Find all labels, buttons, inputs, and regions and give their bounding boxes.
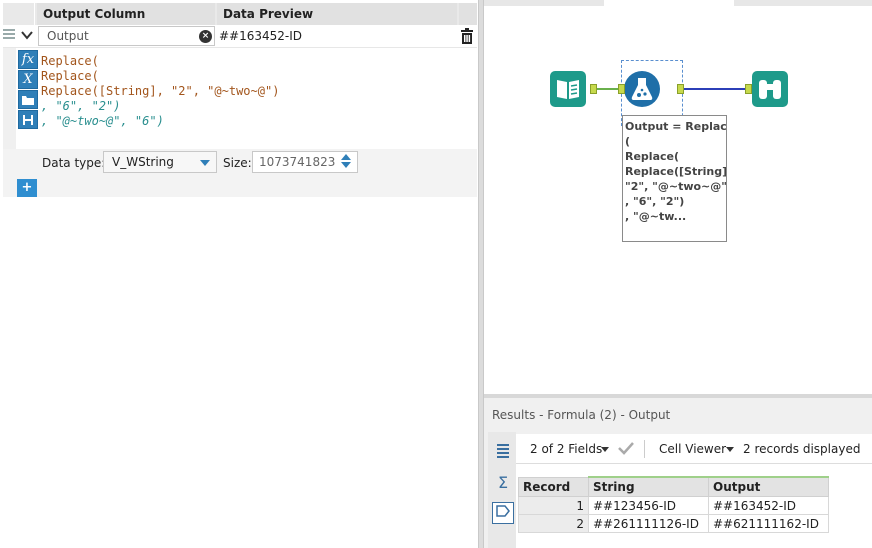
table-row[interactable]: 2 ##261111126-ID ##621111162-ID [518, 514, 829, 533]
record-cell: 2 [518, 514, 589, 533]
table-row[interactable]: 1 ##123456-ID ##163452-ID [518, 496, 829, 515]
fields-selector[interactable]: 2 of 2 Fields [530, 442, 602, 456]
output-anchor[interactable] [677, 84, 684, 94]
records-count: 2 records displayed [743, 442, 861, 456]
column-header-string[interactable]: String [588, 476, 709, 497]
workflow-canvas[interactable]: Output = Replace ( Replace( Replace([Str… [484, 0, 872, 394]
drag-handle-icon[interactable] [3, 29, 15, 43]
expression-editor[interactable]: fx X Replace(Replace(Replace([String], "… [3, 47, 477, 150]
string-cell[interactable]: ##261111126-ID [588, 514, 709, 533]
data-preview-value: ##163452-ID [219, 29, 303, 43]
output-column-header: Output Column [37, 3, 215, 25]
record-cell: 1 [518, 496, 589, 515]
input-anchor[interactable] [745, 84, 752, 94]
formula-row: Output × ##163452-ID [0, 25, 478, 47]
results-title: Results - Formula (2) - Output [492, 408, 671, 422]
spin-down-icon[interactable] [341, 162, 351, 168]
data-type-label: Data type: [42, 156, 106, 170]
input-anchor[interactable] [618, 84, 625, 94]
data-preview-header: Data Preview [217, 3, 457, 25]
formula-tool-icon[interactable] [624, 71, 660, 107]
expression-line: , "6", "2") [41, 99, 121, 113]
output-cell[interactable]: ##163452-ID [708, 496, 829, 515]
data-type-select[interactable]: V_WString [103, 151, 217, 173]
function-icon[interactable]: fx [18, 50, 38, 69]
header-end [459, 3, 477, 25]
size-label: Size: [223, 156, 252, 170]
checkmark-icon[interactable] [618, 441, 634, 458]
results-window: Results - Formula (2) - Output Σ 2 of 2 … [484, 398, 872, 548]
save-icon[interactable] [18, 110, 38, 129]
editor-gutter [3, 48, 16, 150]
input-data-tool-icon[interactable] [550, 71, 586, 107]
column-header-output[interactable]: Output [708, 476, 829, 497]
data-type-value: V_WString [112, 155, 174, 169]
output-cell[interactable]: ##621111162-ID [708, 514, 829, 533]
expression-line: Replace([String], "2", "@~two~@") [41, 84, 280, 98]
results-side-toolbar: Σ [488, 432, 516, 548]
size-stepper[interactable] [337, 153, 355, 171]
add-formula-button[interactable]: + [17, 179, 37, 197]
expression-line: , "@~two~@", "6") [41, 114, 164, 128]
output-column-value: Output [47, 29, 89, 43]
open-folder-icon[interactable] [18, 90, 38, 109]
list-icon[interactable] [492, 442, 514, 464]
results-table: Record String Output 1 ##123456-ID ##163… [518, 476, 829, 533]
formula-config-panel: Output Column Data Preview Output × ##16… [0, 0, 478, 548]
table-header-row: Record String Output [518, 476, 829, 497]
spin-up-icon[interactable] [341, 154, 351, 160]
chevron-down-icon[interactable] [19, 28, 35, 44]
data-type-row: Data type: V_WString Size: 1073741823 [3, 149, 477, 177]
output-anchor[interactable] [590, 84, 597, 94]
column-header-record[interactable]: Record [518, 476, 589, 497]
trash-icon[interactable] [460, 28, 474, 44]
clear-icon[interactable]: × [199, 30, 212, 43]
toolbar-divider [644, 440, 645, 458]
add-row-bar: + [3, 177, 477, 197]
cell-viewer-dropdown-caret-icon[interactable] [726, 447, 734, 452]
dropdown-caret-icon [200, 160, 210, 166]
size-value: 1073741823 [259, 155, 336, 169]
fields-dropdown-caret-icon[interactable] [601, 447, 609, 452]
string-cell[interactable]: ##123456-ID [588, 496, 709, 515]
expression-line: Replace( [41, 54, 99, 68]
output-column-field[interactable]: Output × [38, 26, 215, 46]
size-field[interactable]: 1073741823 [252, 151, 358, 173]
sigma-icon[interactable]: Σ [492, 472, 514, 494]
header-gutter [3, 3, 35, 25]
results-toolbar: 2 of 2 Fields Cell Viewer 2 records disp… [516, 434, 872, 464]
variable-icon[interactable]: X [18, 70, 38, 89]
tool-annotation: Output = Replace ( Replace( Replace([Str… [622, 115, 727, 242]
binoculars-icon[interactable] [752, 71, 788, 107]
results-grid[interactable]: Record String Output 1 ##123456-ID ##163… [516, 464, 872, 548]
formula-table-header: Output Column Data Preview [3, 3, 477, 25]
expression-line: Replace( [41, 69, 99, 83]
data-tag-icon[interactable] [492, 502, 514, 524]
cell-viewer-selector[interactable]: Cell Viewer [659, 442, 726, 456]
expression-code[interactable]: Replace(Replace(Replace([String], "2", "… [41, 54, 279, 129]
